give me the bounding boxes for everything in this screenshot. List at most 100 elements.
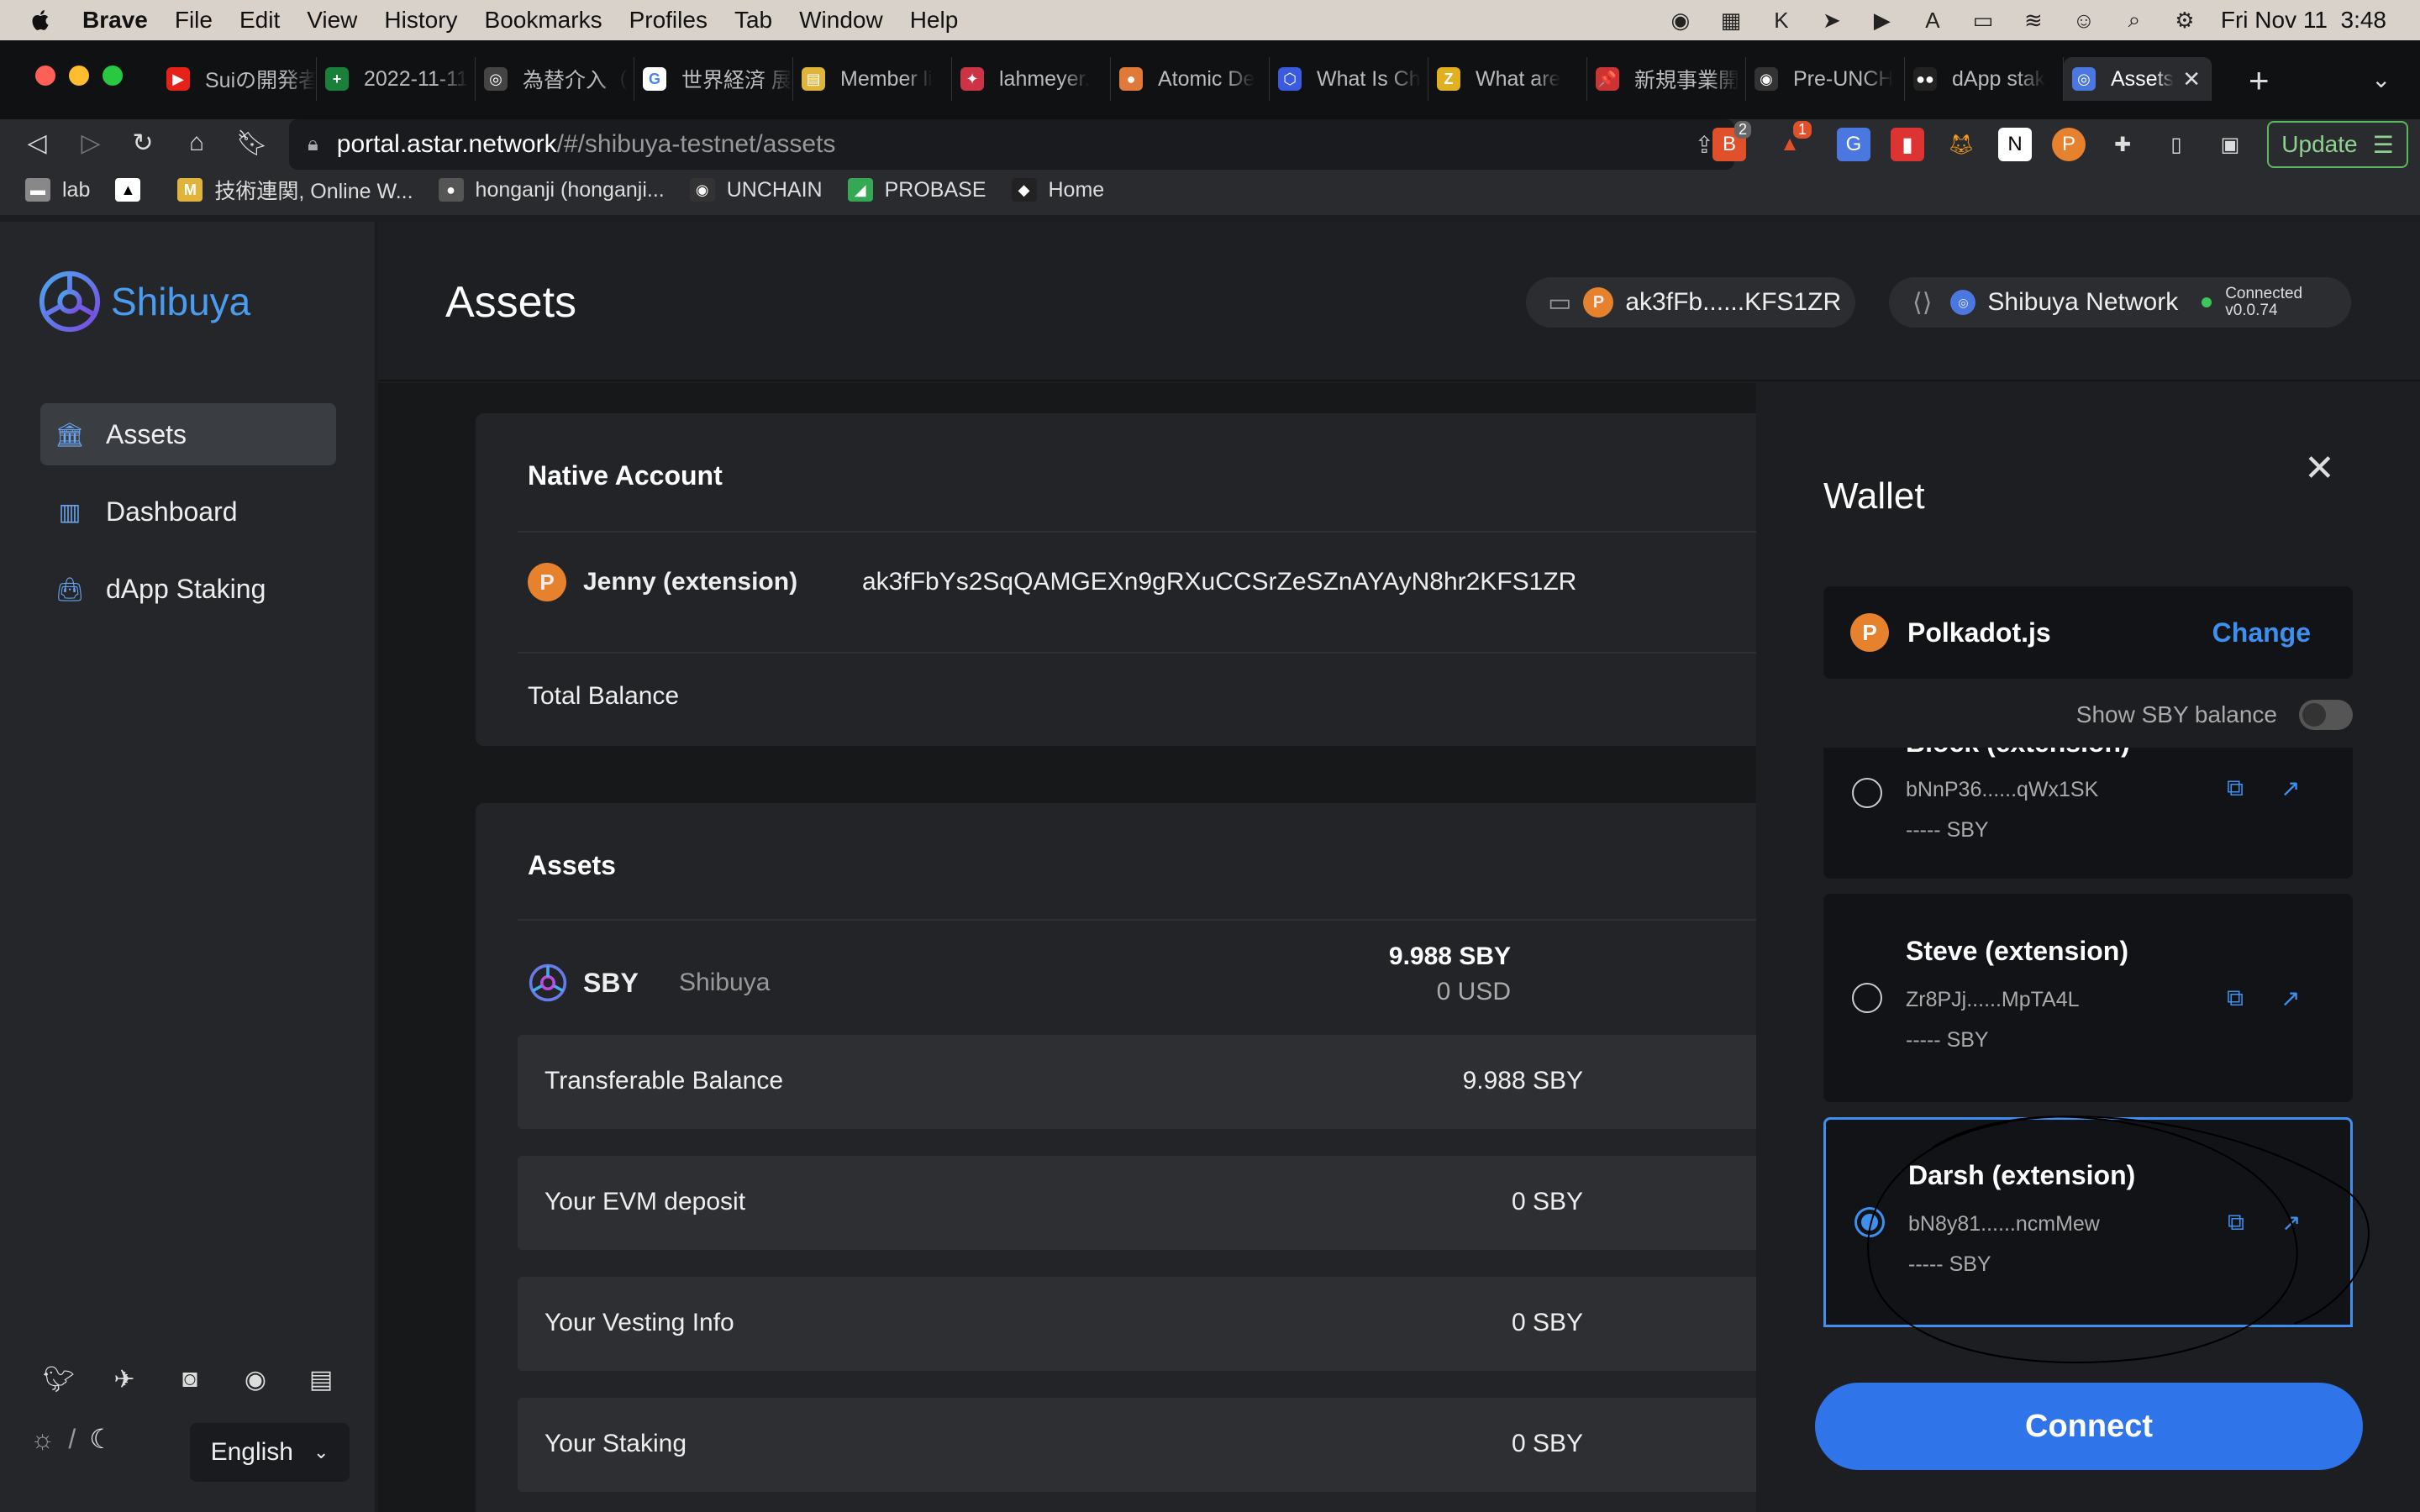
home-icon[interactable]: ⌂	[180, 126, 213, 160]
menu-help[interactable]: Help	[910, 7, 959, 34]
account-radio-selected[interactable]	[1854, 1207, 1885, 1237]
menu-history[interactable]: History	[384, 7, 457, 34]
external-link-icon[interactable]: ↗	[2281, 1209, 2301, 1236]
github-icon[interactable]: ◉	[240, 1364, 271, 1394]
browser-tab[interactable]: ● Atomic De	[1111, 57, 1270, 101]
tab-title: What Is Ch	[1317, 66, 1421, 91]
menu-view[interactable]: View	[307, 7, 357, 34]
wallet-icon[interactable]: ▣	[2213, 128, 2247, 161]
menu-edit[interactable]: Edit	[239, 7, 280, 34]
browser-tab[interactable]: ▶ Suiの開発者	[158, 57, 317, 101]
menu-window[interactable]: Window	[799, 7, 883, 34]
browser-tab[interactable]: ✦ lahmeyer.	[952, 57, 1111, 101]
account-button[interactable]: ▭ P ak3fFb......KFS1ZR	[1526, 277, 1855, 328]
moon-icon[interactable]: ☾	[89, 1423, 113, 1455]
browser-tab[interactable]: Z What are	[1428, 57, 1587, 101]
share-icon[interactable]: ⇪	[1695, 131, 1714, 159]
tab-list-chevron-icon[interactable]: ⌄	[2371, 66, 2391, 93]
sby-token-row[interactable]: SBY Shibuya	[528, 963, 770, 1003]
forward-arrow-icon[interactable]: ▷	[74, 126, 108, 160]
update-button[interactable]: Update ☰	[2267, 121, 2408, 168]
close-icon[interactable]: ✕	[2304, 447, 2335, 490]
sun-icon[interactable]: ☼	[30, 1424, 55, 1455]
copy-icon[interactable]: ⧉	[2228, 1209, 2244, 1236]
tab-favicon-icon: ●●	[1913, 67, 1937, 91]
bookmark-item[interactable]: ● honganji (honganji...	[438, 178, 665, 202]
browser-tab[interactable]: ◉ Pre-UNCH	[1746, 57, 1905, 101]
language-select[interactable]: English ⌄	[190, 1423, 350, 1482]
sidebar-item-dapp-staking[interactable]: 👜︎ dApp Staking	[40, 558, 336, 620]
twitter-icon[interactable]: 🐦︎	[43, 1364, 75, 1394]
wifi-icon[interactable]: ≋	[2019, 8, 2048, 33]
back-arrow-icon[interactable]: ◁	[20, 126, 54, 160]
k-app-icon[interactable]: K	[1767, 8, 1796, 33]
show-sby-balance-toggle[interactable]	[2299, 700, 2353, 730]
browser-tab[interactable]: 📌 新規事業開	[1587, 57, 1746, 101]
shibuya-logo[interactable]: Shibuya	[37, 269, 250, 334]
copy-icon[interactable]: ⧉	[2227, 774, 2244, 802]
bookmark-item[interactable]: ◢ PROBASE	[847, 178, 986, 202]
close-tab-icon[interactable]: ✕	[2182, 66, 2201, 92]
notion-extension-icon[interactable]: N	[1998, 128, 2032, 161]
external-link-icon[interactable]: ↗	[2281, 984, 2300, 1012]
bookmark-item[interactable]: ▲	[115, 178, 152, 202]
notion-status-icon[interactable]: ▦	[1717, 8, 1745, 33]
battery-icon[interactable]: ▭	[1969, 8, 1997, 33]
spotlight-search-icon[interactable]: ⌕	[2120, 7, 2149, 32]
menu-bookmarks[interactable]: Bookmarks	[485, 7, 602, 34]
sidebar-toggle-icon[interactable]: ▯	[2160, 128, 2193, 161]
bookmark-item[interactable]: ◉ UNCHAIN	[689, 178, 823, 202]
red-book-extension-icon[interactable]: ▮	[1891, 128, 1924, 161]
screen-record-icon[interactable]: ◉	[1666, 8, 1695, 33]
bookmark-icon[interactable]: 🔖︎	[235, 126, 269, 160]
account-radio[interactable]	[1852, 983, 1882, 1013]
browser-tab[interactable]: ▤ Member li	[793, 57, 952, 101]
browser-tab[interactable]: ⬡ What Is Ch	[1270, 57, 1428, 101]
a-app-icon[interactable]: A	[1918, 8, 1947, 33]
network-button[interactable]: ⟨⟩ ◎ Shibuya Network Connected v0.0.74	[1889, 277, 2351, 328]
account-item[interactable]: Steve (extension) Zr8PJj......MpTA4L ---…	[1823, 894, 2353, 1102]
sidebar-item-dashboard[interactable]: ▥ Dashboard	[40, 480, 336, 543]
change-provider-button[interactable]: Change	[2212, 617, 2311, 648]
account-list[interactable]: Block (extension) bNnP36......qWx1SK ---…	[1756, 748, 2420, 1327]
account-item-selected[interactable]: Darsh (extension) bN8y81......ncmMew ---…	[1823, 1117, 2353, 1327]
account-item[interactable]: Block (extension) bNnP36......qWx1SK ---…	[1823, 748, 2353, 879]
telegram-status-icon[interactable]: ➤	[1818, 8, 1846, 33]
browser-tab[interactable]: ●● dApp stak	[1905, 57, 2064, 101]
menubar-datetime[interactable]: Fri Nov 11 3:48	[2221, 7, 2386, 34]
browser-tab[interactable]: +2022-11-11	[317, 57, 476, 101]
apple-icon[interactable]	[29, 8, 54, 33]
browser-tab[interactable]: ◎ 為替介入（	[476, 57, 634, 101]
play-status-icon[interactable]: ▶	[1868, 8, 1897, 33]
connect-button[interactable]: Connect	[1815, 1383, 2363, 1470]
menu-file[interactable]: File	[175, 7, 213, 34]
sidebar-item-assets[interactable]: 🏛︎ Assets	[40, 403, 336, 465]
browser-tab-active[interactable]: ◎ Assets ✕	[2064, 57, 2212, 101]
telegram-icon[interactable]: ✈	[109, 1364, 139, 1394]
translate-extension-icon[interactable]: G	[1837, 128, 1870, 161]
user-icon[interactable]: ☺	[2070, 8, 2098, 33]
discord-icon[interactable]: ◙	[175, 1364, 205, 1394]
bookmark-item[interactable]: ◆ Home	[1011, 178, 1104, 202]
extensions-puzzle-icon[interactable]: ✚	[2106, 128, 2139, 161]
reload-icon[interactable]: ↻	[126, 126, 160, 160]
polkadot-extension-icon[interactable]: P	[2052, 128, 2086, 161]
minimize-window-button[interactable]	[69, 66, 89, 86]
docs-icon[interactable]: ▤	[306, 1364, 336, 1394]
shibuya-logo-icon	[39, 270, 101, 333]
control-center-icon[interactable]: ⚙	[2170, 8, 2199, 33]
account-radio[interactable]	[1852, 778, 1882, 808]
new-tab-icon[interactable]: +	[2249, 60, 2270, 101]
menu-tab[interactable]: Tab	[734, 7, 772, 34]
external-link-icon[interactable]: ↗	[2281, 774, 2300, 802]
menu-app-name[interactable]: Brave	[82, 7, 148, 34]
bookmark-item[interactable]: M 技術連関, Online W...	[177, 175, 413, 205]
browser-tab[interactable]: G 世界経済 展	[634, 57, 793, 101]
zoom-window-button[interactable]	[103, 66, 123, 86]
address-bar[interactable]: 🔒︎ portal.astar.network/#/shibuya-testne…	[289, 119, 1734, 170]
close-window-button[interactable]	[35, 66, 55, 86]
bookmark-item[interactable]: ▬ lab	[25, 178, 90, 202]
menu-profiles[interactable]: Profiles	[629, 7, 708, 34]
metamask-fox-icon[interactable]: 🦊︎	[1944, 128, 1978, 161]
copy-icon[interactable]: ⧉	[2227, 984, 2244, 1012]
